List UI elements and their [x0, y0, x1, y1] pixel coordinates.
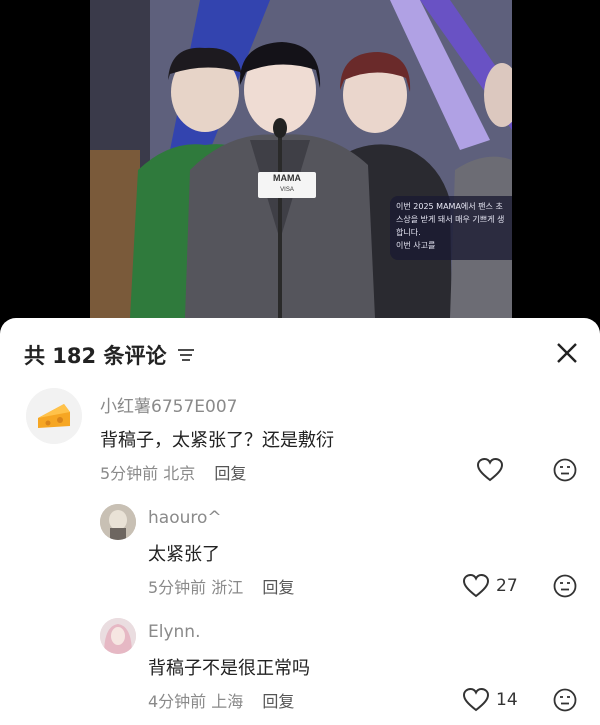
heart-icon[interactable]: [463, 574, 489, 598]
mama-badge: MAMA VISA: [258, 172, 316, 198]
comment-username[interactable]: haouro^: [148, 508, 222, 528]
video-scene: [90, 0, 512, 318]
like-count: 14: [496, 690, 518, 710]
reply-button[interactable]: 回复: [262, 692, 294, 711]
comment-username[interactable]: Elynn.: [148, 622, 200, 642]
avatar[interactable]: [100, 618, 136, 654]
comment-item: 小红薯6757E007 背稿子，太紧张了？还是敷衍 5分钟前 北京 回复: [0, 388, 600, 498]
avatar-image: [100, 618, 136, 654]
comment-meta: 4分钟前 上海 回复: [148, 688, 294, 712]
comment-time: 5分钟前: [100, 464, 159, 483]
avatar[interactable]: [26, 388, 82, 444]
dislike-face-icon[interactable]: [553, 458, 577, 482]
subtitle-overlay: 이번 2025 MAMA에서 팬스 초 스상을 받게 돼서 매우 기쁘게 생 합…: [390, 196, 512, 260]
comment-item: haouro^ 太紧张了 5分钟前 浙江 回复 27: [0, 502, 600, 612]
sheet-header: 共 182 条评论: [0, 318, 600, 388]
video-player[interactable]: MAMA VISA 이번 2025 MAMA에서 팬스 초 스상을 받게 돼서 …: [0, 0, 600, 318]
comment-text: 太紧张了: [148, 544, 220, 565]
subtitle-line: 이번 사고를: [396, 241, 436, 250]
dislike-face-icon[interactable]: [553, 688, 577, 712]
comment-location: 上海: [211, 692, 244, 711]
avatar[interactable]: [100, 504, 136, 540]
video-frame[interactable]: MAMA VISA 이번 2025 MAMA에서 팬스 초 스상을 받게 돼서 …: [90, 0, 512, 318]
comment-time: 4分钟前: [148, 692, 207, 711]
comments-sheet: 共 182 条评论 小红薯6757E007 背稿子，太紧张了？还是敷衍 5分钟前: [0, 318, 600, 725]
comment-count-title: 共 182 条评论: [24, 344, 167, 368]
comment-location: 北京: [163, 464, 196, 483]
heart-icon[interactable]: [463, 688, 489, 712]
close-x-icon[interactable]: [556, 342, 578, 364]
subtitle-line: 스상을 받게 돼서 매우 기쁘게 생: [396, 215, 505, 224]
badge-logo: MAMA: [273, 173, 301, 183]
comment-username[interactable]: 小红薯6757E007: [100, 392, 237, 417]
reply-button[interactable]: 回复: [262, 578, 294, 597]
filter-lines-icon[interactable]: [177, 348, 195, 362]
cheese-icon: [26, 388, 82, 444]
like-count: 27: [496, 576, 518, 596]
comment-text: 背稿子，太紧张了？还是敷衍: [100, 430, 334, 451]
subtitle-line: 이번 2025 MAMA에서 팬스 초: [396, 202, 503, 211]
heart-icon[interactable]: [477, 458, 503, 482]
reply-button[interactable]: 回复: [214, 464, 246, 483]
subtitle-line: 합니다.: [396, 228, 421, 237]
comment-time: 5分钟前: [148, 578, 207, 597]
dislike-face-icon[interactable]: [553, 574, 577, 598]
comment-item: Elynn. 背稿子不是很正常吗 4分钟前 上海 回复 14: [0, 616, 600, 725]
comment-meta: 5分钟前 北京 回复: [100, 460, 246, 484]
badge-sponsor: VISA: [280, 187, 294, 193]
comment-location: 浙江: [211, 578, 244, 597]
comment-meta: 5分钟前 浙江 回复: [148, 574, 294, 598]
comment-text: 背稿子不是很正常吗: [148, 658, 310, 679]
avatar-image: [100, 504, 136, 540]
